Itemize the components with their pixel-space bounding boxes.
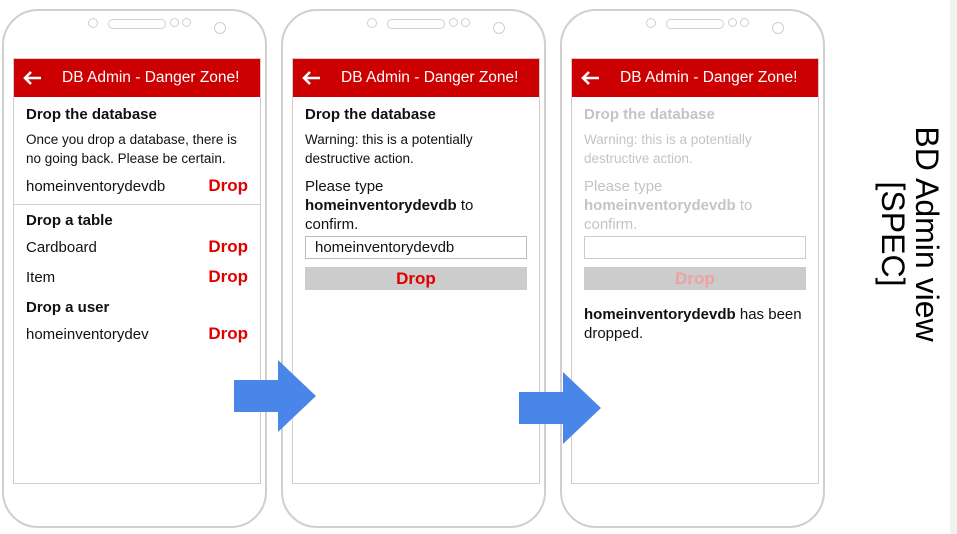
flow-arrow-icon: [519, 372, 601, 444]
confirm-prompt: Please type homeinventorydevdb to confir…: [305, 177, 527, 234]
app-bar: DB Admin - Danger Zone!: [14, 59, 260, 97]
prompt-line-3: confirm.: [584, 216, 638, 233]
divider: [14, 204, 260, 205]
confirm-prompt: Please type homeinventorydevdb to confir…: [584, 177, 806, 234]
right-edge-strip: [950, 0, 957, 534]
screen-confirm-drop: DB Admin - Danger Zone! Drop the databas…: [292, 58, 540, 484]
section-drop-database: Drop the database: [26, 106, 157, 123]
section-drop-table: Drop a table: [26, 212, 113, 229]
speaker-icon: [387, 19, 445, 29]
db-name: homeinventorydevdb: [26, 177, 166, 195]
front-camera-icon: [214, 22, 226, 34]
phone-frame-2: DB Admin - Danger Zone! Drop the databas…: [281, 9, 546, 528]
sensor-icon: [449, 18, 458, 27]
prompt-line-1: Please type: [305, 178, 384, 195]
sensor-icon: [461, 18, 470, 27]
app-title: DB Admin - Danger Zone!: [62, 69, 240, 86]
db-description: Once you drop a database, there is no go…: [26, 132, 237, 166]
flow-arrow-icon: [234, 360, 316, 432]
speaker-icon: [108, 19, 166, 29]
table-row: Item Drop: [26, 267, 248, 287]
speaker-icon: [666, 19, 724, 29]
drop-user-link[interactable]: Drop: [208, 324, 248, 344]
drop-result-message: homeinventorydevdb has been dropped.: [584, 305, 806, 343]
sensor-icon: [182, 18, 191, 27]
drop-table-link[interactable]: Drop: [208, 237, 248, 257]
spec-label-line-2: [SPEC]: [875, 181, 911, 287]
prompt-to: to: [460, 197, 474, 214]
sensor-icon: [740, 18, 749, 27]
table-row: Cardboard Drop: [26, 237, 248, 257]
screen-db-list: DB Admin - Danger Zone! Drop the databas…: [13, 58, 261, 484]
confirm-heading: Drop the database: [584, 106, 715, 123]
camera-icon: [88, 18, 98, 28]
warning-text: Warning: this is a potentially destructi…: [584, 132, 752, 166]
drop-button: Drop: [584, 267, 806, 290]
back-arrow-icon: [302, 71, 320, 85]
app-bar: DB Admin - Danger Zone!: [293, 59, 539, 97]
app-bar: DB Admin - Danger Zone!: [572, 59, 818, 97]
camera-icon: [367, 18, 377, 28]
drop-table-link[interactable]: Drop: [208, 267, 248, 287]
confirm-heading: Drop the database: [305, 106, 436, 123]
table-name: Item: [26, 268, 56, 286]
prompt-line-2: homeinventorydevdb to: [584, 196, 806, 215]
spec-label-line-1: BD Admin view: [909, 126, 945, 342]
back-button[interactable]: [293, 59, 329, 97]
front-camera-icon: [493, 22, 505, 34]
prompt-line-1: Please type: [584, 178, 663, 195]
drop-database-link[interactable]: Drop: [208, 176, 248, 196]
spec-label: BD Admin view [SPEC]: [875, 104, 945, 364]
camera-icon: [646, 18, 656, 28]
app-title: DB Admin - Danger Zone!: [341, 69, 519, 86]
warning-text: Warning: this is a potentially destructi…: [305, 132, 473, 166]
confirm-input: [584, 236, 806, 259]
section-drop-user: Drop a user: [26, 299, 110, 316]
screen-dropped: DB Admin - Danger Zone! Drop the databas…: [571, 58, 819, 484]
prompt-db-name: homeinventorydevdb: [584, 197, 736, 214]
table-name: Cardboard: [26, 238, 97, 256]
front-camera-icon: [772, 22, 784, 34]
back-arrow-icon: [581, 71, 599, 85]
user-name: homeinventorydev: [26, 325, 149, 343]
back-arrow-icon: [23, 71, 41, 85]
prompt-line-3: confirm.: [305, 216, 359, 233]
sensor-icon: [170, 18, 179, 27]
phone-frame-3: DB Admin - Danger Zone! Drop the databas…: [560, 9, 825, 528]
prompt-line-2: homeinventorydevdb to: [305, 196, 527, 215]
back-button[interactable]: [572, 59, 608, 97]
prompt-to: to: [739, 197, 753, 214]
prompt-db-name: homeinventorydevdb: [305, 197, 457, 214]
result-db-name: homeinventorydevdb: [584, 306, 736, 323]
drop-button[interactable]: Drop: [305, 267, 527, 290]
phone-frame-1: DB Admin - Danger Zone! Drop the databas…: [2, 9, 267, 528]
back-button[interactable]: [14, 59, 50, 97]
sensor-icon: [728, 18, 737, 27]
app-title: DB Admin - Danger Zone!: [620, 69, 798, 86]
confirm-input[interactable]: homeinventorydevdb: [305, 236, 527, 259]
